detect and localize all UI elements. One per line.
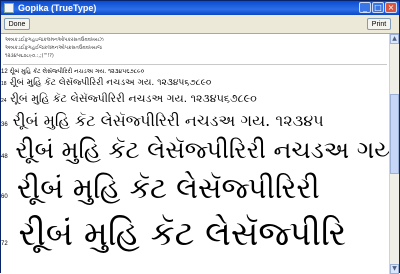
sample-row-24: 24 રીૂબં મુહિ કૅટ લેસૅજ્પીરિરી નચડઅ ગય. … xyxy=(1,92,257,106)
info-line: ૧૨૩૪૫૬૭૮૯૦.:,;("'!?) xyxy=(5,53,54,59)
font-preview-area: અબકડઈફગહઇજકલમનઓપકરસતઉવવખયઝ અબકડઈફગહઈજકલમ… xyxy=(1,34,389,274)
size-label: 48 xyxy=(1,154,8,160)
sample-row-48: 48 રીૂબં મુહિ કૅટ લેસૅજ્પીરિરી નચડઅ ગય xyxy=(1,136,389,164)
size-label: 60 xyxy=(1,194,8,200)
sample-row-36: 36 રીૂબં મુહિ કૅટ લેસૅજ્પીરિરી નચડઅ ગય. … xyxy=(1,111,324,131)
scroll-thumb[interactable] xyxy=(390,94,399,174)
size-label: 18 xyxy=(1,81,7,87)
size-label: 36 xyxy=(1,122,8,128)
size-label: 12 xyxy=(1,69,8,75)
sample-text: રીૂબં મુહિ કૅટ લેસૅજ્પીરિરી નચડઅ ગય. ૧૨૩… xyxy=(9,68,145,75)
divider xyxy=(3,64,387,65)
sample-text: રીૂબં મુહિ કૅટ લેસૅજ્પીરિ xyxy=(18,214,347,254)
size-label: 72 xyxy=(1,241,8,247)
font-file-icon xyxy=(4,3,14,13)
scroll-up-arrow-icon[interactable]: ▲ xyxy=(390,34,399,44)
info-line: અબકડઈફગહઇજકલમનઓપકરસતઉવવખયઝ xyxy=(5,37,104,43)
toolbar: Done Print xyxy=(1,15,399,34)
sample-text: રીૂબં મુહિ કૅટ લેસૅજ્પીરિરી xyxy=(16,171,320,205)
done-button[interactable]: Done xyxy=(4,18,30,30)
title-bar[interactable]: Gopika (TrueType) _ □ × xyxy=(1,1,399,15)
info-line: અબકડઈફગહઈજકલમનઓપક્રસતઉવવખયજ xyxy=(5,45,102,51)
print-button[interactable]: Print xyxy=(367,18,391,30)
sample-text: રીૂબં મુહિ કૅટ લેસૅજ્પીરિરી નચડઅ ગય. ૧૨૩… xyxy=(12,111,324,130)
size-label: 24 xyxy=(1,98,7,104)
close-button[interactable]: × xyxy=(385,2,397,13)
sample-text: રીૂબં મુહિ કૅટ લેસૅજ્પીરિરી નચડઅ ગય. ૧૨૩… xyxy=(9,78,212,88)
font-viewer-window: Gopika (TrueType) _ □ × Done Print અબકડઈ… xyxy=(0,0,400,274)
sample-text: રીૂબં મુહિ કૅટ લેસૅજ્પીરિરી નચડઅ ગય. ૧૨૩… xyxy=(10,92,257,105)
sample-row-18: 18 રીૂબં મુહિ કૅટ લેસૅજ્પીરિરી નચડઅ ગય. … xyxy=(1,78,211,88)
sample-row-60: 60 રીૂબં મુહિ કૅટ લેસૅજ્પીરિરી xyxy=(1,171,320,206)
sample-row-12: 12 રીૂબં મુહિ કૅટ લેસૅજ્પીરિરી નચડઅ ગય. … xyxy=(1,68,144,76)
vertical-scrollbar[interactable]: ▲ ▼ xyxy=(389,34,399,274)
sample-text: રીૂબં મુહિ કૅટ લેસૅજ્પીરિરી નચડઅ ગય xyxy=(15,136,389,164)
minimize-button[interactable]: _ xyxy=(359,2,371,13)
window-title: Gopika (TrueType) xyxy=(18,3,97,13)
maximize-button[interactable]: □ xyxy=(372,2,384,13)
sample-row-72: 72 રીૂબં મુહિ કૅટ લેસૅજ્પીરિ xyxy=(1,214,346,254)
